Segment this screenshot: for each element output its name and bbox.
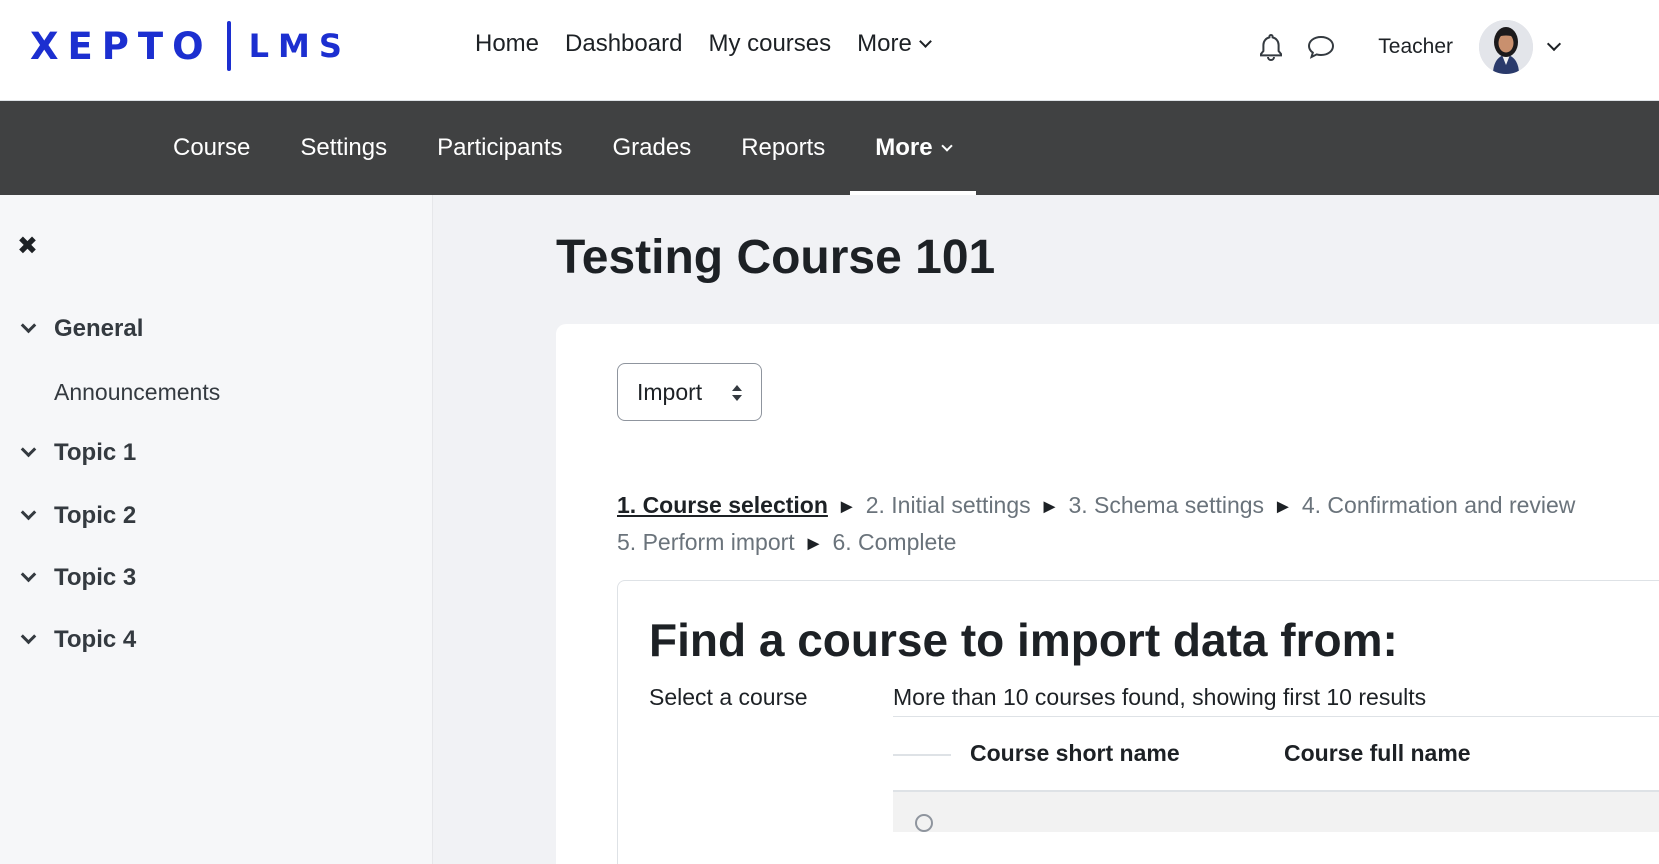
section-label: Topic 3 (54, 564, 137, 591)
close-drawer-icon[interactable]: ✖ (17, 231, 38, 261)
chevron-down-icon[interactable] (20, 566, 37, 582)
course-secondary-navbar: Course Settings Participants Grades Repo… (0, 101, 1659, 195)
step-separator: ► (803, 533, 824, 555)
user-name[interactable]: Teacher (1378, 35, 1453, 59)
page-title: Testing Course 101 (556, 231, 996, 284)
step-confirmation-review: 4. Confirmation and review (1301, 492, 1576, 518)
nav-dashboard-link[interactable]: Dashboard (565, 30, 682, 58)
tab-reports[interactable]: Reports (716, 101, 850, 195)
nav-more-dropdown[interactable]: More (857, 30, 932, 58)
section-topic-1[interactable]: Topic 1 (20, 439, 136, 467)
step-schema-settings: 3. Schema settings (1068, 492, 1265, 518)
logo-lms-text: LMS (248, 27, 351, 65)
section-topic-2[interactable]: Topic 2 (20, 502, 136, 530)
step-separator: ► (1273, 496, 1293, 518)
action-select-value: Import (637, 378, 703, 405)
course-search-panel: Find a course to import data from: Selec… (617, 580, 1659, 864)
table-header-spacer (893, 754, 951, 756)
messages-chat-icon[interactable] (1304, 30, 1338, 64)
chevron-down-icon[interactable] (20, 504, 37, 520)
nav-more-label: More (857, 30, 912, 57)
user-menu-chevron-down-icon[interactable] (1546, 36, 1562, 52)
table-row (893, 792, 1659, 832)
column-header-full-name: Course full name (1284, 740, 1471, 766)
tab-more-label: More (875, 134, 933, 161)
step-course-selection: 1. Course selection (617, 492, 828, 518)
course-index-drawer: ✖ General Announcements Topic 1 Topic 2 … (0, 195, 433, 864)
primary-navigation: Home Dashboard My courses More (475, 30, 956, 58)
course-navigation: Course Settings Participants Grades Repo… (148, 101, 976, 195)
step-initial-settings: 2. Initial settings (865, 492, 1031, 518)
tab-participants[interactable]: Participants (412, 101, 587, 195)
results-info-text: More than 10 courses found, showing firs… (893, 684, 1427, 710)
chevron-down-icon (918, 34, 932, 48)
chevron-down-icon[interactable] (20, 441, 37, 457)
step-perform-import: 5. Perform import (617, 529, 795, 555)
activity-announcements[interactable]: Announcements (54, 379, 220, 406)
chevron-down-icon[interactable] (20, 628, 37, 644)
chevron-down-icon (940, 139, 953, 152)
user-menu-area: Teacher (1254, 18, 1659, 76)
tab-settings[interactable]: Settings (275, 101, 412, 195)
course-radio[interactable] (915, 814, 933, 832)
section-label: Topic 4 (54, 626, 137, 653)
import-progress-steps: 1. Course selection ► 2. Initial settings ►… (617, 488, 1659, 562)
column-header-short-name: Course short name (970, 740, 1180, 766)
select-arrows-icon (732, 385, 742, 401)
logo-wordmark: XEPTO (30, 24, 213, 68)
select-course-label: Select a course (649, 684, 808, 710)
site-logo[interactable]: XEPTO LMS (30, 20, 351, 72)
step-separator: ► (1039, 496, 1060, 518)
user-avatar[interactable] (1479, 20, 1533, 74)
nav-home-link[interactable]: Home (475, 30, 539, 58)
chevron-down-icon[interactable] (20, 317, 37, 333)
section-topic-3[interactable]: Topic 3 (20, 564, 136, 592)
logo-divider (226, 21, 231, 71)
tab-course[interactable]: Course (148, 101, 275, 195)
section-topic-4[interactable]: Topic 4 (20, 626, 136, 654)
section-general[interactable]: General (20, 315, 143, 343)
section-label: Topic 1 (54, 439, 137, 466)
section-label: General (54, 315, 144, 342)
main-content-card: Import 1. Course selection ► 2. Initial se… (556, 324, 1659, 864)
tab-grades[interactable]: Grades (587, 101, 716, 195)
top-navbar: XEPTO LMS Home Dashboard My courses More… (0, 0, 1659, 101)
course-table-header: Course short name Course full name (893, 716, 1659, 792)
step-separator: ► (836, 496, 857, 518)
action-select[interactable]: Import (617, 363, 762, 421)
nav-my-courses-link[interactable]: My courses (708, 30, 831, 58)
find-course-heading: Find a course to import data from: (649, 614, 1398, 666)
notifications-bell-icon[interactable] (1254, 30, 1288, 64)
tab-more-dropdown[interactable]: More (850, 101, 976, 195)
section-label: Topic 2 (54, 502, 137, 529)
step-complete: 6. Complete (832, 529, 957, 555)
